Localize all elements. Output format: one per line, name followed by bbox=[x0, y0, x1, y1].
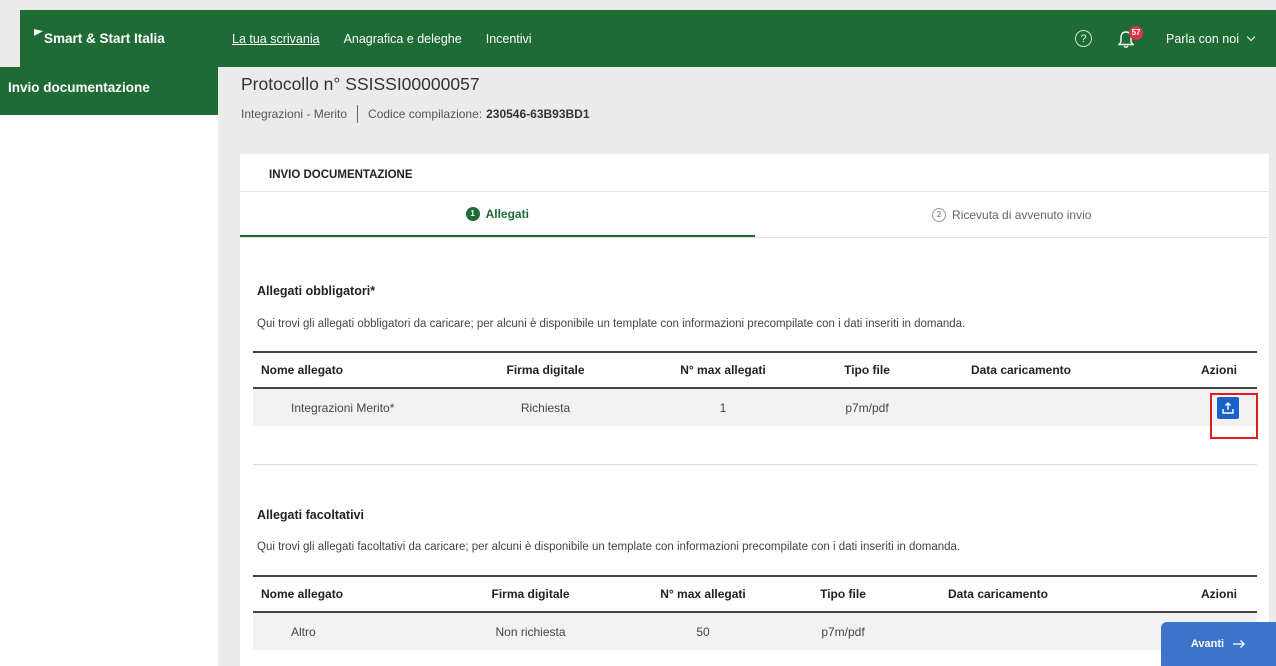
arrow-right-icon bbox=[1233, 640, 1246, 648]
code-value: 230546-63B93BD1 bbox=[486, 107, 590, 121]
column-header: Data caricamento bbox=[970, 363, 1072, 377]
tab-allegati[interactable]: 1 Allegati bbox=[240, 192, 755, 237]
table-header-row: Nome allegato Firma digitale N° max alle… bbox=[253, 576, 1257, 612]
page-subtitle: Integrazioni - Merito Codice compilazion… bbox=[241, 105, 590, 123]
main-nav: La tua scrivania Anagrafica e deleghe In… bbox=[232, 32, 532, 46]
mandatory-attachments-table: Nome allegato Firma digitale N° max alle… bbox=[253, 351, 1257, 426]
table-header-row: Nome allegato Firma digitale N° max alle… bbox=[253, 352, 1257, 388]
attachment-date bbox=[926, 388, 1116, 426]
column-header: Firma digitale bbox=[491, 587, 570, 601]
nav-link-incentivi[interactable]: Incentivi bbox=[486, 32, 532, 46]
sidebar-item-invio-documentazione[interactable]: Invio documentazione bbox=[0, 67, 218, 115]
help-icon[interactable]: ? bbox=[1075, 30, 1093, 47]
optional-section-title: Allegati facoltativi bbox=[257, 508, 364, 522]
steps-tabs: 1 Allegati 2 Ricevuta di avvenuto invio bbox=[240, 192, 1269, 238]
optional-attachments-table: Nome allegato Firma digitale N° max alle… bbox=[253, 575, 1257, 650]
tab-ricevuta[interactable]: 2 Ricevuta di avvenuto invio bbox=[755, 192, 1270, 237]
attachment-type: p7m/pdf bbox=[808, 388, 926, 426]
page-header: Protocollo n° SSISSI00000057 Integrazion… bbox=[241, 74, 590, 123]
section-divider bbox=[253, 464, 1257, 465]
next-button-label: Avanti bbox=[1190, 638, 1225, 650]
brand-name: Smart & Start Italia bbox=[44, 31, 165, 46]
step-number-2: 2 bbox=[932, 207, 947, 222]
mandatory-section-description: Qui trovi gli allegati obbligatori da ca… bbox=[257, 318, 966, 330]
tab-label: Allegati bbox=[485, 206, 529, 221]
breadcrumb: Integrazioni - Merito bbox=[241, 107, 348, 121]
page-title: Protocollo n° SSISSI00000057 bbox=[241, 74, 480, 94]
column-header: Nome allegato bbox=[261, 587, 344, 601]
step-number-1: 1 bbox=[465, 206, 480, 221]
column-header: N° max allegati bbox=[660, 587, 746, 601]
logo-flag-icon bbox=[34, 29, 43, 36]
talk-menu[interactable]: Parla con noi bbox=[1166, 31, 1256, 46]
column-header: Firma digitale bbox=[506, 363, 585, 377]
column-header: Azioni bbox=[1201, 587, 1237, 601]
top-navbar: Smart & Start Italia La tua scrivania An… bbox=[20, 10, 1276, 67]
attachment-date bbox=[898, 612, 1098, 650]
attachment-max: 1 bbox=[638, 388, 808, 426]
code-label: Codice compilazione: bbox=[368, 107, 483, 121]
attachment-type: p7m/pdf bbox=[788, 612, 898, 650]
talk-label: Parla con noi bbox=[1166, 31, 1239, 46]
documentation-card: INVIO DOCUMENTAZIONE 1 Allegati 2 Ricevu… bbox=[240, 154, 1269, 666]
optional-section-description: Qui trovi gli allegati facoltativi da ca… bbox=[257, 541, 961, 553]
brand-logo[interactable]: Smart & Start Italia bbox=[34, 29, 212, 46]
column-header: Tipo file bbox=[844, 363, 890, 377]
column-header: Data caricamento bbox=[947, 587, 1049, 601]
top-right-actions: ? 57 Parla con noi bbox=[1075, 25, 1256, 49]
mandatory-section-title: Allegati obbligatori* bbox=[257, 284, 376, 298]
next-button[interactable]: Avanti bbox=[1161, 622, 1276, 666]
attachment-max: 50 bbox=[618, 612, 788, 650]
card-title: INVIO DOCUMENTAZIONE bbox=[240, 154, 1269, 192]
column-header: Azioni bbox=[1201, 363, 1237, 377]
nav-link-scrivania[interactable]: La tua scrivania bbox=[232, 32, 320, 46]
sidebar: Invio documentazione bbox=[0, 67, 218, 666]
column-header: Tipo file bbox=[820, 587, 866, 601]
tab-label: Ricevuta di avvenuto invio bbox=[952, 207, 1092, 222]
notifications-button[interactable]: 57 bbox=[1118, 25, 1144, 49]
table-row: Integrazioni Merito* Richiesta 1 p7m/pdf bbox=[253, 388, 1257, 426]
nav-link-anagrafica[interactable]: Anagrafica e deleghe bbox=[344, 32, 462, 46]
attachment-signature: Richiesta bbox=[453, 388, 638, 426]
chevron-down-icon bbox=[1246, 32, 1256, 42]
divider bbox=[357, 105, 359, 123]
column-header: Nome allegato bbox=[261, 363, 344, 377]
attachment-name: Integrazioni Merito* bbox=[253, 388, 453, 426]
attachment-signature: Non richiesta bbox=[443, 612, 618, 650]
upload-highlight-box bbox=[1210, 393, 1258, 439]
attachment-name: Altro bbox=[253, 612, 443, 650]
table-row: Altro Non richiesta 50 p7m/pdf bbox=[253, 612, 1257, 650]
column-header: N° max allegati bbox=[680, 363, 766, 377]
notifications-badge: 57 bbox=[1129, 25, 1144, 40]
